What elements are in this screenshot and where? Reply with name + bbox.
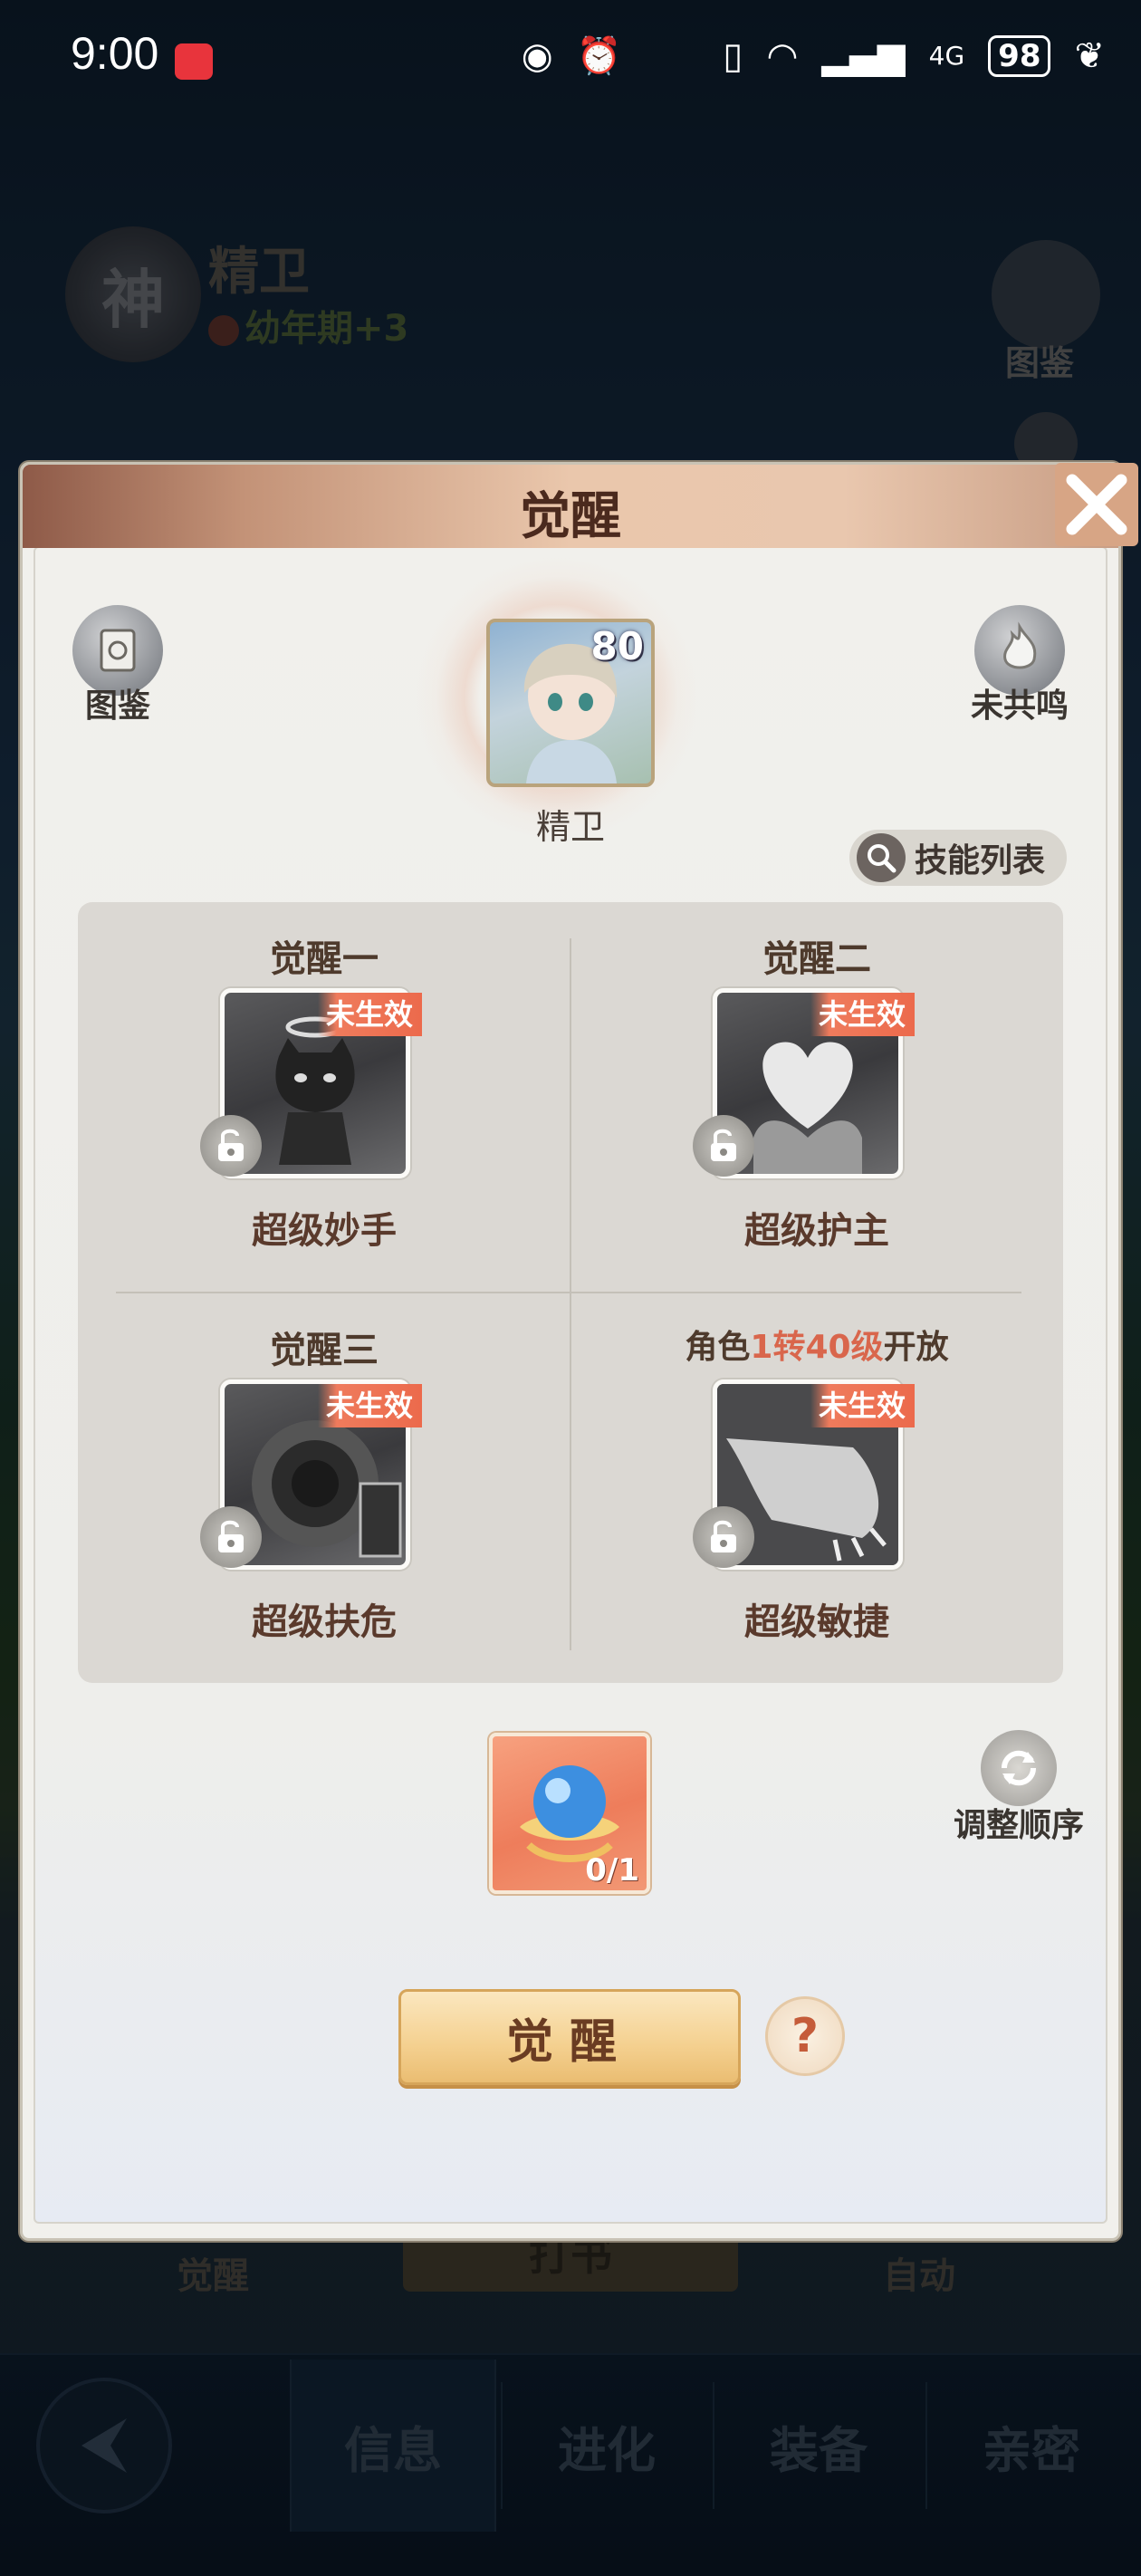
awakening-title: 觉醒三	[270, 1330, 379, 1371]
unlock-icon	[200, 1115, 262, 1177]
skill-list-button[interactable]: 技能列表	[849, 830, 1067, 886]
status-badge: 未生效	[810, 1384, 915, 1427]
awakening-slot-2[interactable]: 觉醒二 未生效 超级护主	[570, 902, 1063, 1292]
network-type: 4G	[928, 41, 965, 71]
refresh-icon	[981, 1730, 1057, 1806]
status-bar: 9:00 ◉ ⏰ ▯ ◠ ▂▄▆ 4G 98 ❦	[0, 0, 1141, 118]
status-badge: 未生效	[810, 993, 915, 1036]
unlock-icon	[200, 1506, 262, 1568]
resonance-button[interactable]: 未共鸣	[971, 605, 1069, 726]
awakening-slot-4[interactable]: 角色1转40级开放 未生效 超级敏捷	[570, 1293, 1063, 1683]
awakening-skill-name: 超级妙手	[252, 1210, 397, 1252]
battery-icon: 98	[988, 34, 1051, 77]
search-icon	[857, 833, 906, 882]
hero-name: 精卫	[535, 807, 605, 847]
reorder-button[interactable]: 调整顺序	[951, 1730, 1087, 1846]
awakening-slot-1[interactable]: 觉醒一 未生效 超级妙手	[78, 902, 570, 1292]
close-button[interactable]	[1055, 463, 1138, 546]
hero-level: 80	[590, 624, 644, 668]
awakening-grid: 觉醒一 未生效 超级妙手 觉醒二 未生效 超级护主 觉醒三 未生效 超级扶危 角…	[78, 902, 1063, 1683]
unlock-icon	[693, 1506, 754, 1568]
dialog-header: 觉醒	[23, 465, 1118, 548]
alarm-icon: ⏰	[576, 35, 622, 77]
status-badge: 未生效	[318, 993, 422, 1036]
awakening-title: 觉醒一	[270, 938, 379, 980]
requirement-highlight: 1转40级	[750, 1329, 884, 1366]
atlas-label: 图鉴	[84, 687, 150, 725]
clock: 9:00	[71, 28, 159, 79]
unlock-icon	[693, 1115, 754, 1177]
app-notification-icon	[175, 43, 213, 80]
requirement-suffix: 开放	[883, 1329, 949, 1366]
awakening-skill-name: 超级扶危	[252, 1601, 397, 1643]
resonance-label: 未共鸣	[971, 687, 1069, 725]
awakening-unlock-requirement: 角色1转40级开放	[570, 1321, 1063, 1368]
hero-portrait[interactable]: 80	[486, 619, 655, 787]
signal-icon: ▂▄▆	[821, 34, 906, 77]
awakening-slot-3[interactable]: 觉醒三 未生效 超级扶危	[78, 1293, 570, 1683]
item-count: 0/1	[585, 1852, 639, 1889]
help-button[interactable]: ?	[765, 1996, 845, 2076]
leaf-icon: ❦	[1074, 34, 1105, 77]
status-badge: 未生效	[318, 1384, 422, 1427]
status-icons: ◉ ⏰ ▯ ◠ ▂▄▆ 4G 98 ❦	[522, 34, 1105, 77]
awaken-button[interactable]: 觉醒	[398, 1989, 741, 2085]
vibrate-icon: ▯	[723, 34, 743, 77]
awakening-skill-name: 超级敏捷	[744, 1601, 889, 1643]
dialog-title: 觉醒	[520, 486, 621, 546]
skill-list-label: 技能列表	[915, 842, 1046, 879]
reorder-label: 调整顺序	[953, 1807, 1084, 1844]
awakening-title: 觉醒二	[762, 938, 871, 980]
wifi-icon: ◠	[766, 34, 799, 77]
eye-icon: ◉	[521, 34, 553, 77]
close-icon	[1066, 474, 1127, 535]
requirement-prefix: 角色	[685, 1329, 751, 1366]
awaken-material-item[interactable]: 0/1	[489, 1733, 650, 1894]
atlas-button[interactable]: 图鉴	[72, 605, 163, 726]
awakening-skill-name: 超级护主	[744, 1210, 889, 1252]
